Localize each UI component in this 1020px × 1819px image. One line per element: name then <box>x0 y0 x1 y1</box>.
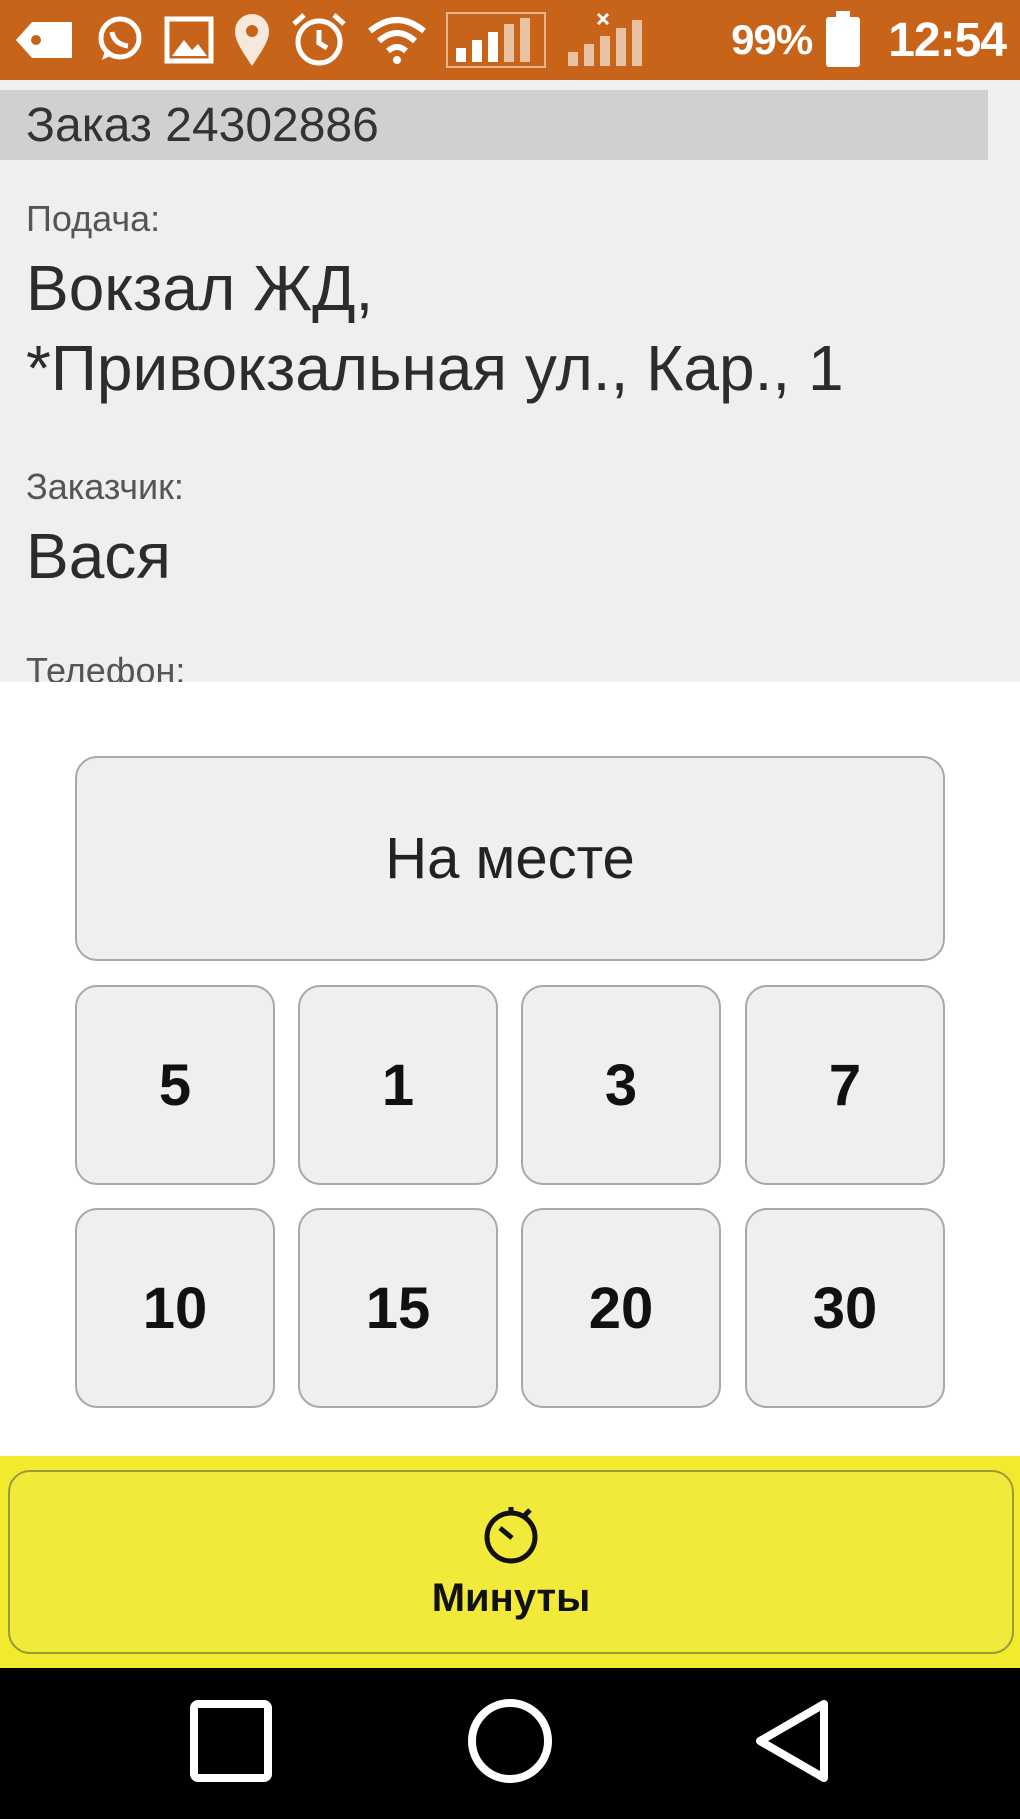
back-button[interactable] <box>712 1668 872 1819</box>
on-site-button[interactable]: На месте <box>75 756 945 961</box>
pickup-address-line1: Вокзал ЖД, <box>26 252 374 324</box>
minutes-15-button[interactable]: 15 <box>298 1208 498 1408</box>
minutes-20-button[interactable]: 20 <box>521 1208 721 1408</box>
minutes-30-button[interactable]: 30 <box>745 1208 945 1408</box>
pickup-label: Подача: <box>26 198 161 239</box>
timer-icon <box>478 1503 544 1570</box>
signal-no-sim-icon <box>564 12 654 68</box>
status-bar: 99% 12:54 <box>0 0 1020 80</box>
pickup-address-line2: *Привокзальная ул., Кар., 1 <box>26 332 844 404</box>
order-info-panel: Заказ 24302886 Подача: Вокзал ЖД, *Приво… <box>0 80 1020 682</box>
minutes-tab-button[interactable]: Минуты <box>8 1470 1014 1654</box>
order-title: Заказ 24302886 <box>0 90 988 160</box>
minutes-1-button[interactable]: 1 <box>298 985 498 1185</box>
recent-apps-button[interactable] <box>151 1668 311 1819</box>
home-icon <box>465 1696 555 1791</box>
gallery-icon <box>164 12 214 68</box>
tag-icon <box>14 12 76 68</box>
back-icon <box>752 1698 832 1789</box>
minutes-7-button[interactable]: 7 <box>745 985 945 1185</box>
minutes-5-button[interactable]: 5 <box>75 985 275 1185</box>
minutes-3-button[interactable]: 3 <box>521 985 721 1185</box>
navigation-bar <box>0 1668 1020 1819</box>
whatsapp-icon <box>94 12 146 68</box>
minutes-10-button[interactable]: 10 <box>75 1208 275 1408</box>
alarm-icon <box>290 12 348 68</box>
signal-icon <box>446 12 546 68</box>
location-icon <box>232 12 272 68</box>
minutes-label: Минуты <box>431 1576 591 1620</box>
customer-label: Заказчик: <box>26 466 184 507</box>
phone-label: Телефон: <box>26 650 186 682</box>
customer-name: Вася <box>26 520 171 592</box>
wifi-icon <box>366 12 428 68</box>
clock: 12:54 <box>888 13 1007 67</box>
battery-icon <box>824 11 862 68</box>
home-button[interactable] <box>430 1668 590 1819</box>
recent-apps-icon <box>189 1699 273 1788</box>
battery-percent: 99% <box>731 16 813 63</box>
